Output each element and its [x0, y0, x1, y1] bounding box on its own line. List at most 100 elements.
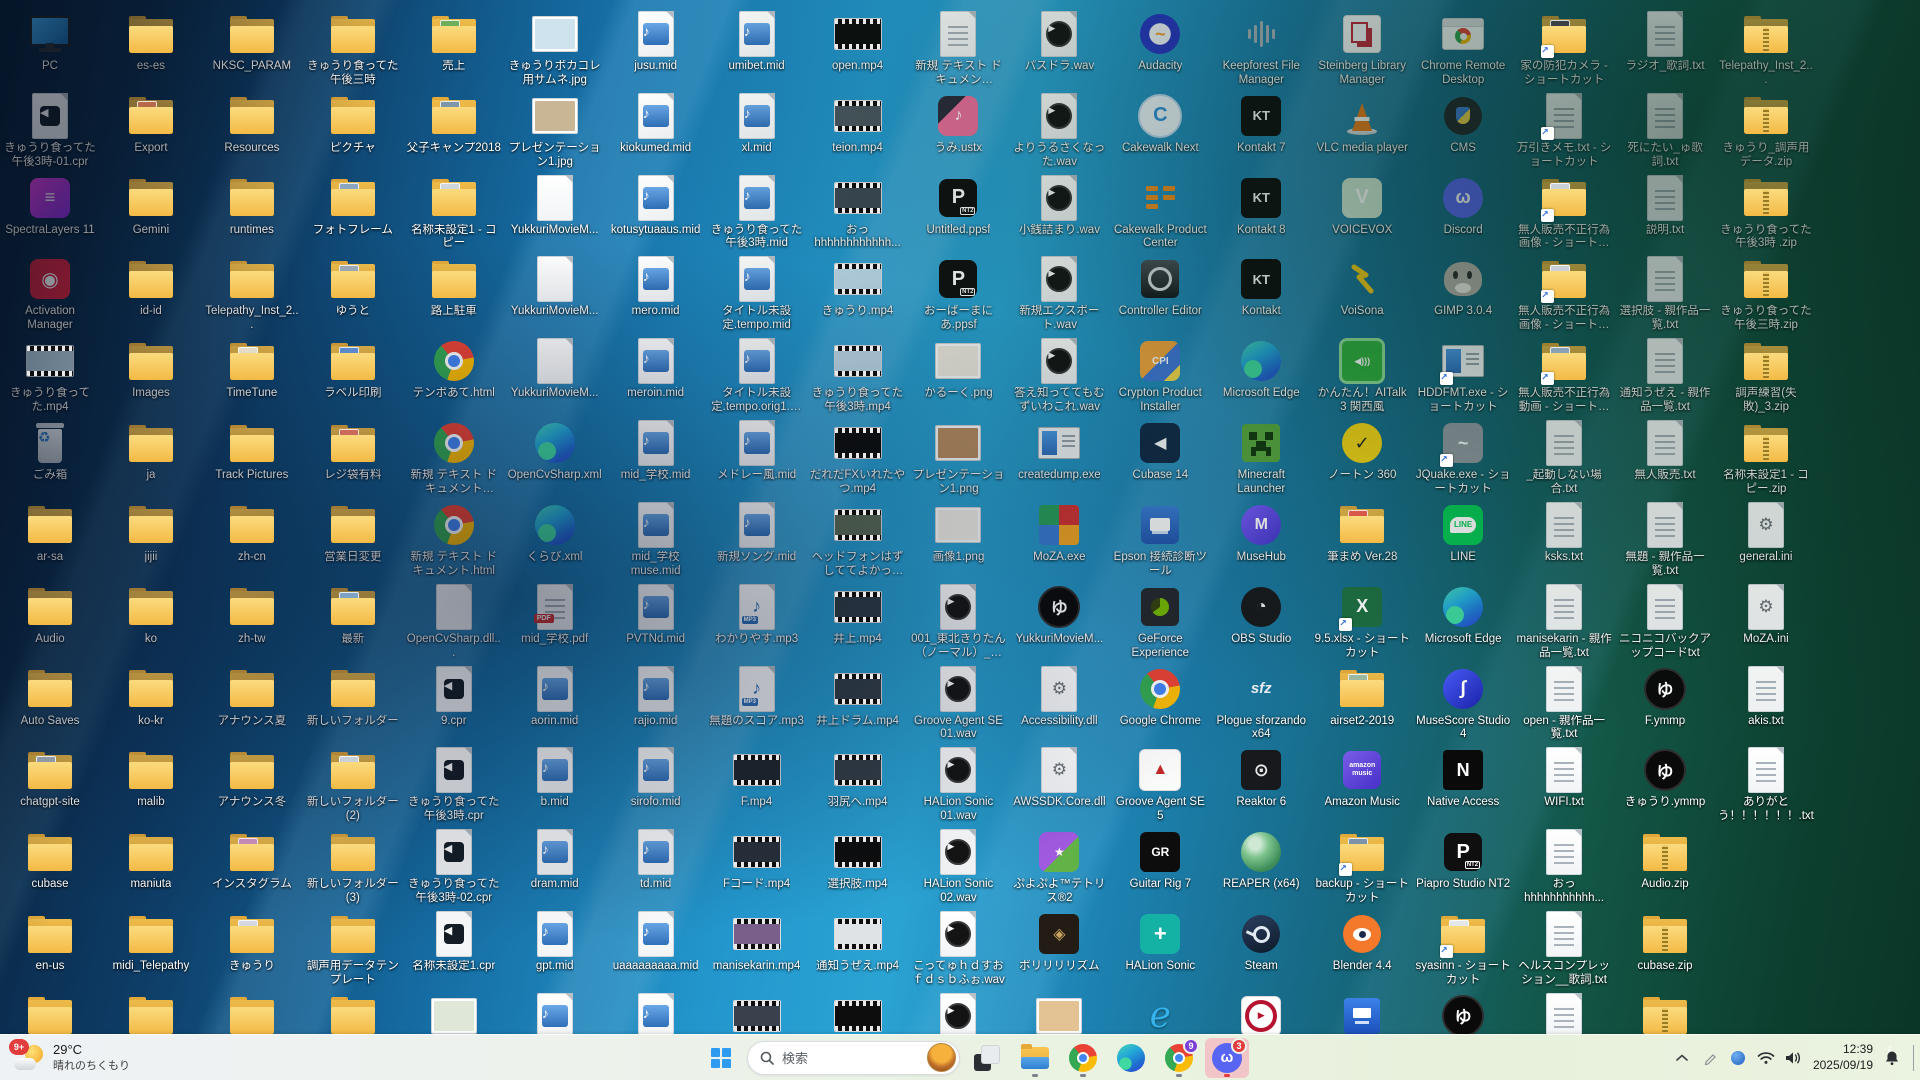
desktop-icon[interactable]: CMS: [1415, 92, 1512, 156]
desktop-icon[interactable]: KTKontakt 8: [1213, 174, 1310, 238]
desktop-icon[interactable]: Steam: [1213, 910, 1310, 974]
desktop-icon[interactable]: ♪dram.mid: [506, 828, 603, 892]
desktop-icon[interactable]: ksks.txt: [1516, 501, 1613, 565]
desktop-icon[interactable]: midi_Telepathy: [102, 910, 199, 974]
desktop-icon[interactable]: ♪きゅうり食ってた午後3時.mid: [708, 174, 805, 252]
desktop-icon[interactable]: ▶HALion Sonic 01.wav: [910, 746, 1007, 824]
desktop-icon[interactable]: GIMP 3.0.4: [1415, 255, 1512, 319]
desktop-icon[interactable]: ar-sa: [2, 501, 99, 565]
taskbar-app-photos-app[interactable]: [965, 1038, 1009, 1078]
desktop-icon[interactable]: TimeTune: [203, 337, 300, 401]
taskbar-clock[interactable]: 12:39 2025/09/19: [1813, 1042, 1873, 1073]
desktop-icon[interactable]: ko: [102, 583, 199, 647]
desktop-icon[interactable]: ▶答え知っててもむずいわこれ.wav: [1011, 337, 1108, 415]
desktop-icon[interactable]: ♪umibet.mid: [708, 10, 805, 74]
desktop-icon[interactable]: ラベル印刷: [304, 337, 401, 401]
desktop-icon[interactable]: ピクチャ: [304, 92, 401, 156]
desktop-icon[interactable]: ♪sirofo.mid: [607, 746, 704, 810]
taskbar-app-discord[interactable]: ω3: [1205, 1038, 1249, 1078]
search-box[interactable]: 検索: [747, 1041, 960, 1075]
desktop[interactable]: PCes-esNKSC_PARAMきゅうり食ってた午後三時売上きゅうりボカコレ用…: [0, 0, 1920, 1080]
desktop-icon[interactable]: chatgpt-site: [2, 746, 99, 810]
desktop-icon[interactable]: ~↗JQuake.exe - ショートカット: [1415, 419, 1512, 497]
desktop-icon[interactable]: KTKontakt: [1213, 255, 1310, 319]
start-button[interactable]: [700, 1038, 742, 1078]
desktop-icon[interactable]: 井上.mp4: [809, 583, 906, 647]
desktop-icon[interactable]: ♪aorin.mid: [506, 665, 603, 729]
desktop-icon[interactable]: 父子キャンプ2018: [405, 92, 502, 156]
desktop-icon[interactable]: ↗無人販売不正行為動画 - ショートカット: [1516, 337, 1613, 415]
desktop-icon[interactable]: ▶よりうるさくなった.wav: [1011, 92, 1108, 170]
desktop-icon[interactable]: manisekarin - 親作品一覧.txt: [1516, 583, 1613, 661]
desktop-icon[interactable]: ♪mid_学校muse.mid: [607, 501, 704, 579]
tray-pen-icon[interactable]: [1701, 1043, 1719, 1073]
weather-widget[interactable]: 9+ 29°C 晴れのちくもり: [4, 1035, 140, 1080]
show-desktop-button[interactable]: [1913, 1045, 1914, 1071]
desktop-icon[interactable]: 売上: [405, 10, 502, 74]
desktop-icon[interactable]: ♪kotusytuaaus.mid: [607, 174, 704, 238]
desktop-icon[interactable]: OpenCvSharp.dll...: [405, 583, 502, 661]
desktop-icon[interactable]: ▲Groove Agent SE 5: [1112, 746, 1209, 824]
desktop-icon[interactable]: open - 親作品一覧.txt: [1516, 665, 1613, 743]
desktop-icon[interactable]: CPICrypton Product Installer: [1112, 337, 1209, 415]
desktop-icon[interactable]: 新しいフォルダー: [304, 665, 401, 729]
desktop-icon[interactable]: ∫MuseScore Studio 4: [1415, 665, 1512, 743]
desktop-icon[interactable]: 新しいフォルダー (3): [304, 828, 401, 906]
desktop-icon[interactable]: ★ぷよぷよ™テトリス®2: [1011, 828, 1108, 906]
desktop-icon[interactable]: 通知うぜえ.mp4: [809, 910, 906, 974]
taskbar-app-file-explorer[interactable]: [1013, 1038, 1057, 1078]
desktop-icon[interactable]: ♪タイトル未設定.tempo.orig1.mid: [708, 337, 805, 415]
desktop-icon[interactable]: Track Pictures: [203, 419, 300, 483]
desktop-icon[interactable]: VLC media player: [1314, 92, 1411, 156]
desktop-icon[interactable]: 説明.txt: [1617, 174, 1714, 238]
desktop-icon[interactable]: ◀きゅうり食ってた午後3時-02.cpr: [405, 828, 502, 906]
notification-bell-icon[interactable]: Z: [1883, 1043, 1901, 1073]
desktop-icon[interactable]: Images: [102, 337, 199, 401]
desktop-icon[interactable]: en-us: [2, 910, 99, 974]
desktop-icon[interactable]: 筆まめ Ver.28: [1314, 501, 1411, 565]
taskbar-app-microsoft-edge[interactable]: [1109, 1038, 1153, 1078]
desktop-icon[interactable]: 羽尻へ.mp4: [809, 746, 906, 810]
desktop-icon[interactable]: 新規 テキスト ドキュメント.html: [405, 501, 502, 579]
desktop-icon[interactable]: インスタグラム: [203, 828, 300, 892]
desktop-icon[interactable]: zh-cn: [203, 501, 300, 565]
desktop-icon[interactable]: VoiSona: [1314, 255, 1411, 319]
desktop-icon[interactable]: malib: [102, 746, 199, 810]
desktop-icon[interactable]: ゆうと: [304, 255, 401, 319]
desktop-icon[interactable]: 調声用データテンプレート: [304, 910, 401, 988]
desktop-icon[interactable]: cubase.zip: [1617, 910, 1714, 974]
desktop-icon[interactable]: ニコニコバックアップコードtxt: [1617, 583, 1714, 661]
desktop-icon[interactable]: F.mp4: [708, 746, 805, 810]
wifi-icon[interactable]: [1757, 1043, 1775, 1073]
desktop-icon[interactable]: ♪uaaaaaaaaa.mid: [607, 910, 704, 974]
desktop-icon[interactable]: PNT2Piapro Studio NT2: [1415, 828, 1512, 892]
desktop-icon[interactable]: ラジオ_歌詞.txt: [1617, 10, 1714, 74]
desktop-icon[interactable]: 名称未設定1 - コピー.zip: [1717, 419, 1814, 497]
desktop-icon[interactable]: レジ袋有料: [304, 419, 401, 483]
desktop-icon[interactable]: cubase: [2, 828, 99, 892]
desktop-icon[interactable]: ⚙general.ini: [1717, 501, 1814, 565]
desktop-icon[interactable]: NNative Access: [1415, 746, 1512, 810]
desktop-icon[interactable]: きゅうり食ってた午後三時: [304, 10, 401, 88]
desktop-icon[interactable]: PNT2Untitled.ppsf: [910, 174, 1007, 238]
desktop-icon[interactable]: アナウンス夏: [203, 665, 300, 729]
desktop-icon[interactable]: きゅうり食ってた午後3時.mp4: [809, 337, 906, 415]
desktop-icon[interactable]: 井上ドラム.mp4: [809, 665, 906, 729]
desktop-icon[interactable]: ↗HDDFMT.exe - ショートカット: [1415, 337, 1512, 415]
desktop-icon[interactable]: YukkuriMovieM...: [506, 255, 603, 319]
desktop-icon[interactable]: おっhhhhhhhhhhhh...: [809, 174, 906, 252]
desktop-icon[interactable]: ♪gpt.mid: [506, 910, 603, 974]
desktop-icon[interactable]: ↗backup - ショートカット: [1314, 828, 1411, 906]
desktop-icon[interactable]: ◀きゅうり食ってた午後3時-01.cpr: [2, 92, 99, 170]
desktop-icon[interactable]: Google Chrome: [1112, 665, 1209, 729]
desktop-icon[interactable]: PC: [2, 10, 99, 74]
desktop-icon[interactable]: ↗無人販売不正行為画像 - ショートカット: [1516, 174, 1613, 252]
desktop-icon[interactable]: ✓ノートン 360: [1314, 419, 1411, 483]
desktop-icon[interactable]: ⚙MoZA.ini: [1717, 583, 1814, 647]
desktop-icon[interactable]: Export: [102, 92, 199, 156]
desktop-icon[interactable]: LINELINE: [1415, 501, 1512, 565]
desktop-icon[interactable]: ありがとう！！！！！！.txt: [1717, 746, 1814, 824]
desktop-icon[interactable]: +HALion Sonic: [1112, 910, 1209, 974]
desktop-icon[interactable]: YukkuriMovieM...: [506, 174, 603, 238]
desktop-icon[interactable]: プレゼンテーション1.jpg: [506, 92, 603, 170]
